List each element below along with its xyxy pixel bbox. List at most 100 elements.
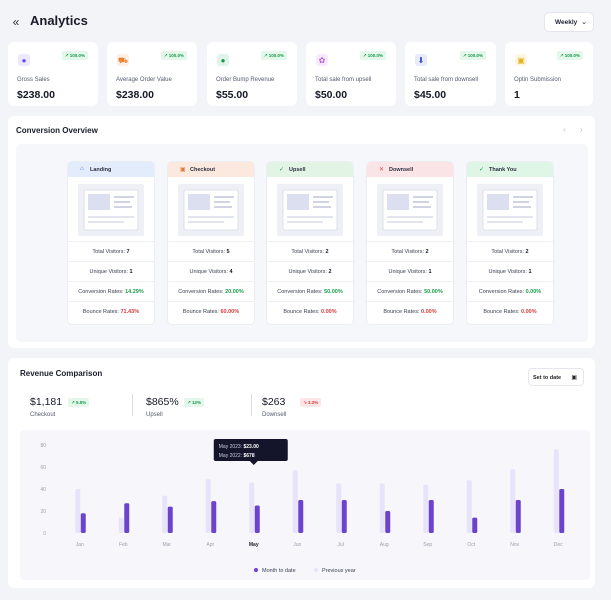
metric-value: 14.29%	[125, 289, 144, 295]
metric-value: 20.00%	[225, 289, 244, 295]
x-tick-label: Jul	[338, 542, 344, 548]
bounce-rate: Bounce Rates: 0.00%	[367, 309, 453, 315]
x-tick-label: Nov	[510, 542, 519, 548]
bar-previous-year	[75, 489, 81, 533]
funnel-step-name: Upsell	[289, 167, 306, 173]
unique-visitors: Unique Visitors: 4	[168, 269, 254, 275]
revenue-comparison-panel: Revenue Comparison Set to date ▣ $1,181 …	[8, 358, 595, 588]
bar-previous-year	[466, 480, 472, 533]
set-to-date-label: Set to date	[533, 375, 562, 381]
divider	[168, 281, 254, 282]
divider	[68, 301, 154, 302]
section-title: Revenue Comparison	[20, 369, 103, 378]
divider	[251, 394, 252, 416]
conversion-rate: Conversion Rates: 20.00%	[168, 289, 254, 295]
metric-value: 5	[226, 249, 230, 255]
bar-previous-year	[162, 495, 168, 533]
funnel-step-card[interactable]: ▣ Checkout Total Visitors: 5 Unique Visi…	[168, 162, 254, 324]
chevron-right-icon[interactable]: ›	[580, 125, 583, 134]
kpi-label: Checkout	[30, 412, 56, 418]
change-badge: ↗ 12%	[184, 398, 205, 407]
bar-month-to-date	[385, 511, 391, 533]
metric-value: 7	[126, 249, 130, 255]
divider	[68, 281, 154, 282]
page-preview-image	[477, 184, 543, 236]
revenue-bar-chart: 0 20 40 60 80 Jan Feb Mar Apr May Jun Jul Aug Sep Oct N…	[40, 439, 565, 574]
funnel-step-name: Downsell	[389, 167, 414, 173]
stat-value: $45.00	[414, 89, 447, 101]
funnel-step-name: Landing	[90, 167, 112, 173]
change-badge: ↗ 100.0%	[160, 51, 187, 60]
x-tick-label: Apr	[206, 542, 214, 548]
funnel-step-card[interactable]: ✓ Thank You Total Visitors: 2 Unique Vis…	[467, 162, 553, 324]
metric-value: 0.00%	[321, 309, 337, 315]
revenue-kpi: $1,181 ↗ 5.5% Checkout	[30, 386, 130, 430]
collapse-sidebar-icon[interactable]: «	[9, 15, 23, 29]
bar-month-to-date	[167, 506, 173, 533]
change-badge: ↗ 100.0%	[61, 51, 88, 60]
divider	[267, 281, 353, 282]
change-badge: ↗ 100.0%	[260, 51, 287, 60]
bar-month-to-date	[298, 500, 304, 533]
metric-value: 60.00%	[220, 309, 240, 315]
calendar-icon: ▣	[571, 375, 577, 381]
bar-previous-year	[553, 449, 559, 533]
divider	[132, 394, 133, 416]
funnel-step-card[interactable]: ⌂ Landing Total Visitors: 7 Unique Visit…	[68, 162, 154, 324]
period-select[interactable]: Weekly ⌄	[544, 12, 594, 32]
metric-label: Bounce Rates:	[283, 309, 321, 315]
change-badge: ↗ 5.5%	[68, 398, 90, 407]
metric-label: Total Visitors:	[491, 249, 526, 255]
upsell-icon: ✿	[316, 53, 328, 66]
legend-marker	[254, 568, 258, 572]
bag-icon: ▣	[180, 167, 186, 173]
home-icon: ⌂	[80, 166, 84, 172]
revenue-chart: 0 20 40 60 80 Jan Feb Mar Apr May Jun Jul Aug Sep Oct N…	[20, 430, 590, 580]
funnel-step-header: ✕ Downsell	[367, 162, 453, 177]
metric-value: 2	[425, 249, 429, 255]
page-preview-image	[178, 184, 244, 236]
stat-label: Average Order Value	[116, 77, 172, 83]
funnel-step-name: Thank You	[489, 167, 517, 173]
change-badge: ↗ 100.0%	[459, 51, 486, 60]
money-bag-icon: ●	[18, 53, 30, 66]
metric-value: 1	[428, 269, 432, 275]
bar-previous-year	[249, 482, 255, 533]
kpi-label: Upsell	[146, 412, 163, 418]
funnel-step-card[interactable]: ✕ Downsell Total Visitors: 2 Unique Visi…	[367, 162, 453, 324]
metric-value: 2	[525, 249, 529, 255]
bar-previous-year	[510, 469, 516, 533]
total-visitors: Total Visitors: 2	[267, 249, 353, 255]
metric-label: Conversion Rates:	[277, 289, 325, 295]
bar-month-to-date	[80, 513, 86, 533]
metric-value: 1	[528, 269, 532, 275]
page-preview-image	[277, 184, 343, 236]
legend-label: Previous year	[322, 568, 356, 574]
stat-value: $238.00	[116, 89, 154, 101]
set-to-date-button[interactable]: Set to date ▣	[528, 368, 584, 386]
revenue-kpi: $263 ↘ 3.2% Downsell	[262, 386, 362, 430]
metric-label: Unique Visitors:	[488, 269, 529, 275]
legend-marker	[314, 568, 318, 572]
metric-label: Conversion Rates:	[377, 289, 425, 295]
bar-month-to-date	[254, 505, 260, 533]
metric-value: 0.00%	[525, 289, 542, 295]
funnel-step-card[interactable]: ✓ Upsell Total Visitors: 2 Unique Visito…	[267, 162, 353, 324]
divider	[168, 301, 254, 302]
metric-label: Unique Visitors:	[89, 269, 130, 275]
unique-visitors: Unique Visitors: 1	[367, 269, 453, 275]
divider	[267, 241, 353, 242]
metric-label: Unique Visitors:	[189, 269, 230, 275]
divider	[367, 261, 453, 262]
metric-label: Total Visitors:	[391, 249, 426, 255]
divider	[367, 281, 453, 282]
x-tick-label: Jun	[293, 542, 301, 548]
svg-text:●: ●	[221, 56, 226, 65]
stat-value: $55.00	[216, 89, 249, 101]
page-preview-image	[78, 184, 144, 236]
tooltip-pointer	[249, 461, 258, 465]
stat-label: Total sale from upsell	[315, 77, 372, 83]
chevron-left-icon[interactable]: ‹	[563, 125, 566, 134]
divider	[367, 241, 453, 242]
x-tick-label: Mar	[162, 542, 171, 548]
